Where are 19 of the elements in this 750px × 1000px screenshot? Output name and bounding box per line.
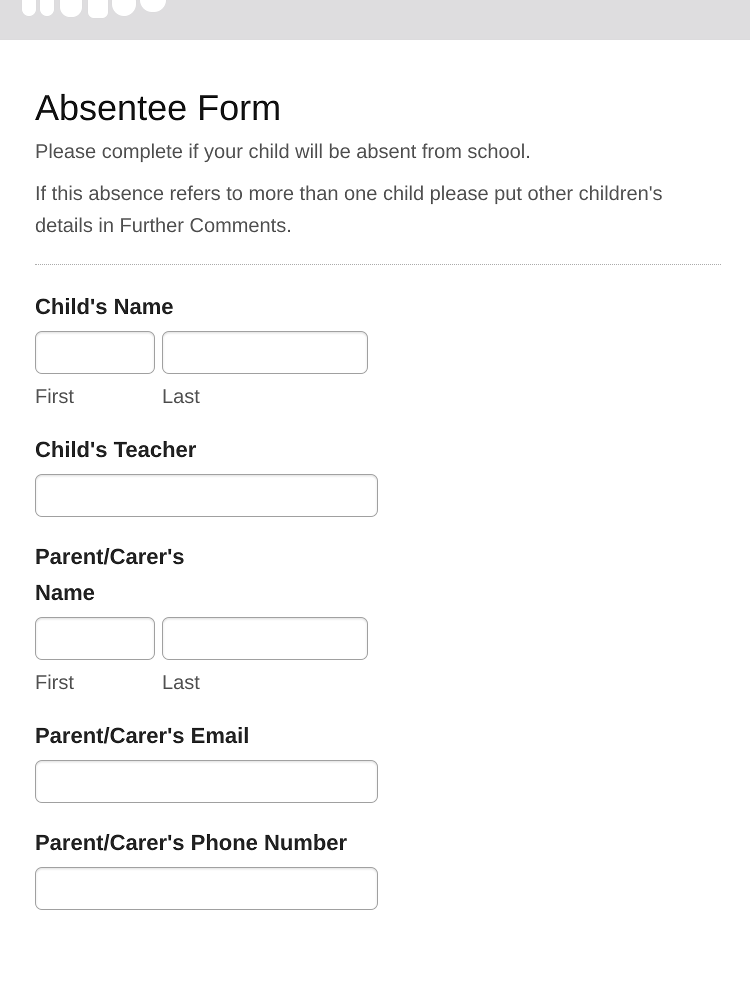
- last-name-field[interactable]: [162, 617, 368, 660]
- sublabel: Last: [162, 385, 201, 410]
- first-name-field[interactable]: [35, 617, 155, 660]
- form-title: Absentee Form: [35, 86, 282, 130]
- field-label: Parent/Carer's Email: [35, 722, 250, 750]
- field-label: Child's Name: [35, 293, 174, 321]
- first-name-field[interactable]: [35, 331, 155, 374]
- sublabel: Last: [162, 671, 201, 696]
- input-field[interactable]: [35, 474, 378, 517]
- field-label: Parent/Carer's Name: [35, 543, 186, 607]
- field-label: Parent/Carer's Phone Number: [35, 829, 348, 857]
- sublabel: First: [35, 671, 75, 696]
- field-label: Child's Teacher: [35, 436, 198, 464]
- form-description: Please complete if your child will be absent from school.: [35, 140, 532, 165]
- sublabel: First: [35, 385, 75, 410]
- last-name-field[interactable]: [162, 331, 368, 374]
- form-description: If this absence refers to more than one child please put other children's details in Further Comments.: [35, 182, 664, 239]
- input-field[interactable]: [35, 867, 378, 910]
- input-field[interactable]: [35, 760, 378, 803]
